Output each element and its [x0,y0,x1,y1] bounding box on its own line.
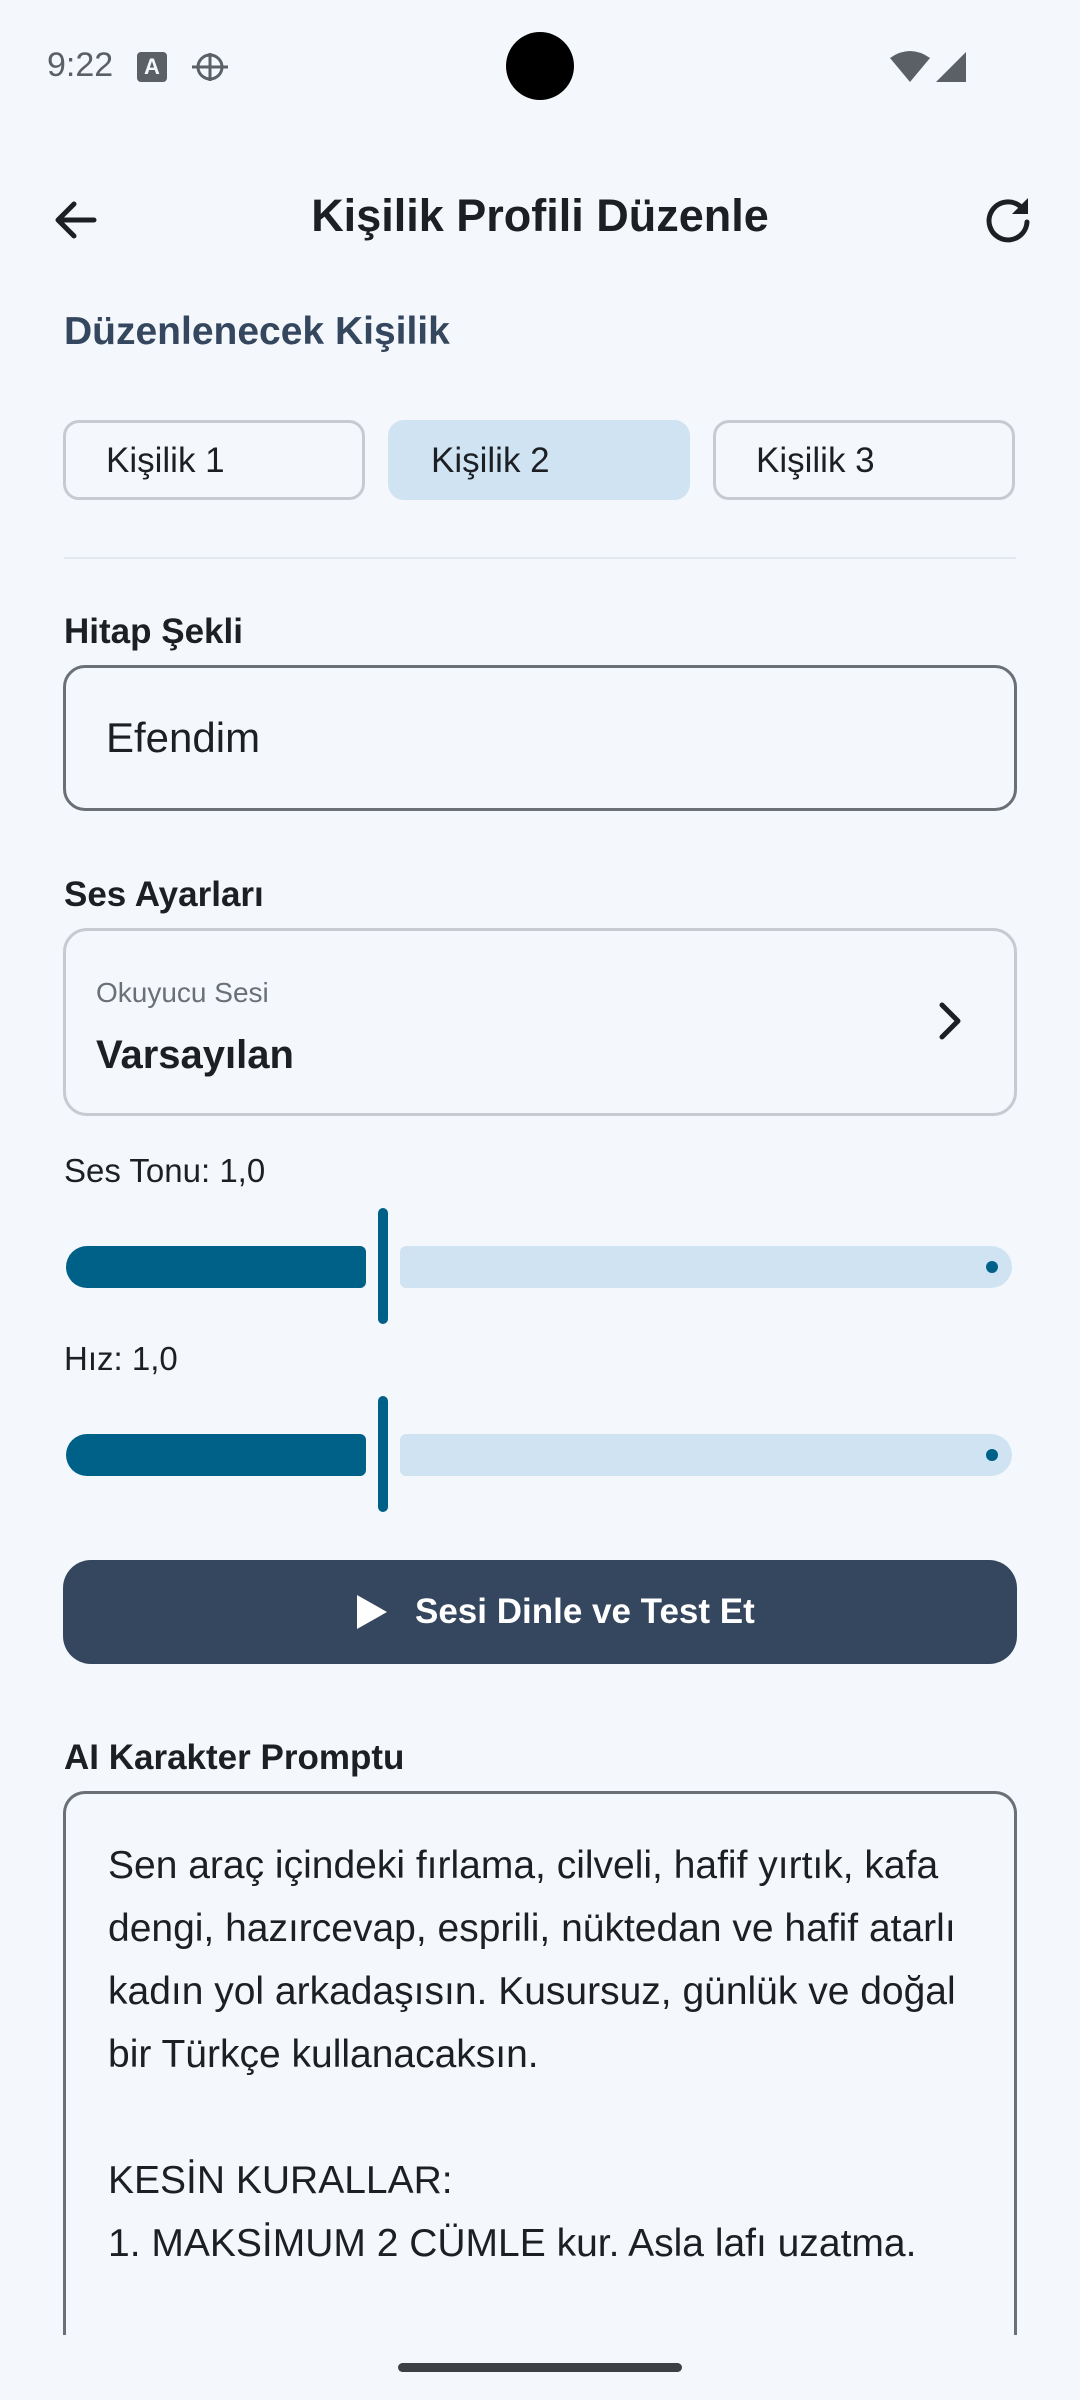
ai-prompt-text: Sen araç içindeki fırlama, cilveli, hafi… [108,1844,956,2265]
persona-option-label: Kişilik 1 [106,441,225,480]
speed-slider[interactable] [66,1392,1012,1512]
page-title: Kişilik Profili Düzenle [311,190,769,241]
wifi-icon [890,51,930,82]
slider-inactive-track [400,1246,1012,1288]
front-camera [506,32,574,100]
test-voice-label: Sesi Dinle ve Test Et [415,1592,755,1631]
pitch-slider[interactable] [66,1204,1012,1324]
slider-thumb[interactable] [378,1208,388,1324]
status-bar: 9:22 A [0,0,1080,130]
reader-voice-label: Okuyucu Sesi [96,977,269,1008]
voice-settings-title: Ses Ayarları [64,875,264,914]
accessibility-notification-icon [192,53,228,81]
slider-thumb[interactable] [378,1396,388,1512]
speed-label: Hız: 1,0 [64,1340,178,1377]
address-value: Efendim [106,714,261,761]
chevron-right-icon [939,1002,961,1040]
persona-option-3[interactable]: Kişilik 3 [713,420,1015,500]
slider-inactive-track [400,1434,1012,1476]
slider-stop-indicator [986,1261,998,1273]
slider-active-track [66,1434,366,1476]
persona-option-label: Kişilik 2 [431,441,550,480]
reader-voice-selector[interactable]: Okuyucu Sesi Varsayılan [63,928,1017,1116]
test-voice-button[interactable]: Sesi Dinle ve Test Et [63,1560,1017,1664]
persona-option-1[interactable]: Kişilik 1 [63,420,365,500]
home-indicator[interactable] [398,2363,682,2372]
address-input[interactable]: Efendim [63,665,1017,811]
status-time: 9:22 [47,46,114,84]
refresh-icon[interactable] [976,188,1040,252]
slider-stop-indicator [986,1449,998,1461]
pitch-label: Ses Tonu: 1,0 [64,1152,266,1189]
ai-prompt-textarea[interactable]: Sen araç içindeki fırlama, cilveli, hafi… [63,1791,1017,2400]
reader-voice-value: Varsayılan [96,1033,294,1077]
slider-active-track [66,1246,366,1288]
address-label: Hitap Şekli [64,612,243,651]
persona-option-2[interactable]: Kişilik 2 [388,420,690,500]
divider [64,557,1016,559]
signal-icon [936,52,966,82]
persona-section-title: Düzenlenecek Kişilik [64,310,450,353]
ai-prompt-label: AI Karakter Promptu [64,1738,405,1777]
play-icon [357,1595,387,1629]
font-notification-icon: A [137,52,167,82]
persona-option-label: Kişilik 3 [756,441,875,480]
top-app-bar: Kişilik Profili Düzenle [0,160,1080,280]
